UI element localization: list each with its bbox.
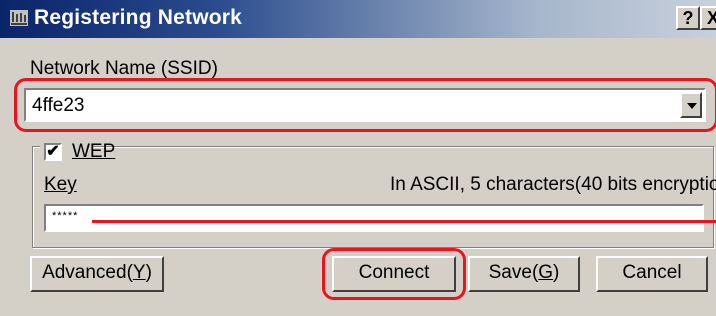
key-value: ***** <box>52 210 79 222</box>
checkmark-icon: ✔ <box>46 143 60 160</box>
help-button[interactable]: ? <box>676 6 700 30</box>
close-button[interactable]: X <box>700 6 716 30</box>
wep-groupbox <box>32 146 714 248</box>
save-button[interactable]: Save(G) <box>468 256 580 292</box>
wep-checkbox-container[interactable]: ✔ WEP <box>40 140 115 166</box>
key-input[interactable]: ***** <box>44 204 704 232</box>
key-hint: In ASCII, 5 characters(40 bits encryptio… <box>390 174 716 195</box>
wep-label: WEP <box>72 141 116 162</box>
network-icon <box>10 10 28 26</box>
title-bar[interactable]: Registering Network ? X <box>0 0 716 38</box>
key-label: Key <box>44 174 77 195</box>
registering-network-dialog: Registering Network ? X Network Name (SS… <box>0 0 716 316</box>
window-title: Registering Network <box>34 6 243 29</box>
ssid-highlight <box>14 78 716 132</box>
cancel-button[interactable]: Cancel <box>596 256 708 292</box>
connect-highlight <box>322 248 466 300</box>
ssid-label: Network Name (SSID) <box>30 58 218 79</box>
wep-checkbox[interactable]: ✔ <box>44 143 62 161</box>
advanced-button[interactable]: Advanced(Y) <box>30 256 164 292</box>
key-highlight-line <box>92 220 716 223</box>
